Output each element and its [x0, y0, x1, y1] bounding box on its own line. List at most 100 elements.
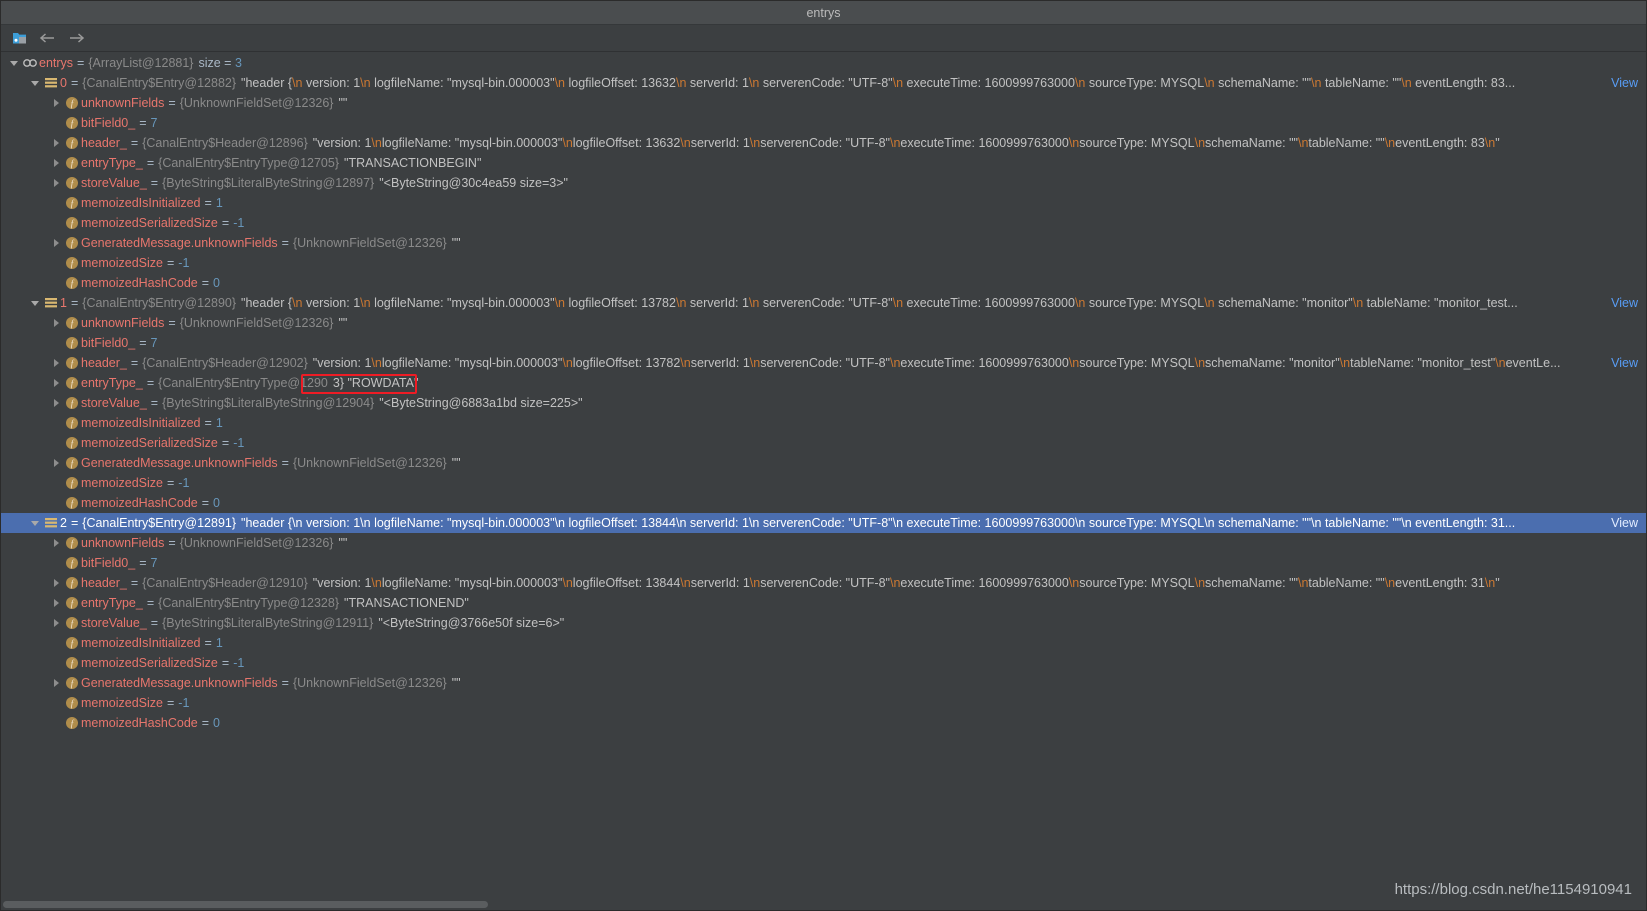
value-token: \n [889, 136, 901, 150]
chevron-right-icon[interactable] [49, 173, 63, 193]
tree-node-label: memoizedSize = -1 [81, 253, 189, 273]
node-type: {UnknownFieldSet@12326} [292, 236, 447, 250]
chevron-right-icon[interactable] [49, 453, 63, 473]
chevron-right-icon[interactable] [49, 233, 63, 253]
tree-row[interactable]: f memoizedSize = -1 [1, 693, 1646, 713]
chevron-right-icon[interactable] [49, 93, 63, 113]
value-token: logfileOffset: 13632 [565, 76, 676, 90]
scrollbar-thumb[interactable] [3, 901, 488, 908]
chevron-right-icon[interactable] [49, 593, 63, 613]
debugger-inspect-window: entrys entrys = {ArrayList@12881} size = 30… [0, 0, 1647, 911]
field-icon: f [63, 493, 81, 513]
tree-row[interactable]: f entryType_ = {CanalEntry$EntryType@12705}… [1, 153, 1646, 173]
tree-row[interactable]: f storeValue_ = {ByteString$LiteralByteStri… [1, 173, 1646, 193]
tree-row[interactable]: f memoizedSize = -1 [1, 473, 1646, 493]
tree-row[interactable]: f memoizedIsInitialized = 1 [1, 413, 1646, 433]
value-token: " [1495, 136, 1500, 150]
tree-row[interactable]: 1 = {CanalEntry$Entry@12890} "header {\n ve… [1, 293, 1646, 313]
node-value: "" [452, 233, 461, 253]
tree-row[interactable]: f memoizedIsInitialized = 1 [1, 193, 1646, 213]
chevron-right-icon[interactable] [49, 533, 63, 553]
value-token: serverId: 1 [690, 576, 750, 590]
tree-row[interactable]: f header_ = {CanalEntry$Header@12910} "versi… [1, 573, 1646, 593]
tree-row[interactable]: f header_ = {CanalEntry$Header@12896} "versi… [1, 133, 1646, 153]
node-value: "header {\n version: 1\n logfileName: "m… [241, 73, 1515, 93]
chevron-right-icon[interactable] [49, 373, 63, 393]
field-icon: f [63, 433, 81, 453]
chevron-right-icon[interactable] [49, 573, 63, 593]
node-equals: = [166, 256, 175, 270]
value-token: \n [1311, 76, 1322, 90]
node-value: -1 [233, 213, 244, 233]
tree-node-label: entryType_ = {CanalEntry$EntryType@1290 3} … [81, 373, 418, 393]
value-token: serverenCode: "UTF-8" [759, 516, 893, 530]
chevron-down-icon[interactable] [28, 73, 42, 93]
value-token: \n [554, 76, 565, 90]
tree-row[interactable]: f memoizedHashCode = 0 [1, 493, 1646, 513]
chevron-right-icon[interactable] [49, 353, 63, 373]
list-icon [42, 73, 60, 93]
tree-row[interactable]: f memoizedSerializedSize = -1 [1, 213, 1646, 233]
node-name: bitField0_ [81, 336, 136, 350]
tree-row[interactable]: f storeValue_ = {ByteString$LiteralByteStri… [1, 613, 1646, 633]
value-token: \n [1311, 516, 1322, 530]
tree-row[interactable]: entrys = {ArrayList@12881} size = 3 [1, 53, 1646, 73]
value-token: \n [680, 576, 691, 590]
view-link[interactable]: View [1611, 353, 1638, 373]
value-token: "" [338, 96, 348, 110]
value-token: \n [371, 136, 382, 150]
variables-tree[interactable]: entrys = {ArrayList@12881} size = 3 0 = {Canal… [1, 53, 1646, 910]
tree-row[interactable]: f unknownFields = {UnknownFieldSet@12326} "" [1, 533, 1646, 553]
value-token: \n [554, 516, 565, 530]
tree-row[interactable]: f GeneratedMessage.unknownFields = {Unknown… [1, 673, 1646, 693]
value-token: "TRANSACTIONEND" [344, 596, 469, 610]
node-equals: = [130, 576, 139, 590]
tree-row[interactable]: f bitField0_ = 7 [1, 113, 1646, 133]
tree-row[interactable]: f memoizedHashCode = 0 [1, 713, 1646, 733]
tree-row[interactable]: f storeValue_ = {ByteString$LiteralByteStri… [1, 393, 1646, 413]
value-token: 1 [215, 416, 223, 430]
view-link[interactable]: View [1611, 73, 1638, 93]
value-token: logfileName: "mysql-bin.000003" [370, 516, 555, 530]
node-type: {CanalEntry$Entry@12891} [82, 516, 237, 530]
chevron-right-icon[interactable] [49, 673, 63, 693]
tree-row[interactable]: f GeneratedMessage.unknownFields = {Unknown… [1, 453, 1646, 473]
chevron-right-icon[interactable] [49, 133, 63, 153]
tree-row[interactable]: f memoizedHashCode = 0 [1, 273, 1646, 293]
chevron-right-icon[interactable] [49, 153, 63, 173]
value-token: tableName: "" [1321, 76, 1402, 90]
chevron-down-icon[interactable] [7, 53, 21, 73]
chevron-right-icon[interactable] [49, 613, 63, 633]
chevron-down-icon[interactable] [28, 293, 42, 313]
view-link[interactable]: View [1611, 293, 1638, 313]
inspect-icon[interactable] [7, 27, 33, 49]
value-token: 1 [215, 196, 223, 210]
field-icon: f [63, 613, 81, 633]
view-link[interactable]: View [1611, 513, 1638, 533]
tree-row[interactable]: f bitField0_ = 7 [1, 553, 1646, 573]
value-token: eventLength: 31... [1411, 516, 1516, 530]
tree-row[interactable]: f entryType_ = {CanalEntry$EntryType@12328}… [1, 593, 1646, 613]
horizontal-scrollbar[interactable] [1, 898, 1646, 910]
chevron-down-icon[interactable] [28, 513, 42, 533]
forward-arrow-icon[interactable] [63, 27, 89, 49]
node-name: entryType_ [81, 596, 143, 610]
tree-row[interactable]: f unknownFields = {UnknownFieldSet@12326} "" [1, 313, 1646, 333]
tree-row[interactable]: 2 = {CanalEntry$Entry@12891} "header {\n ve… [1, 513, 1646, 533]
back-arrow-icon[interactable] [35, 27, 61, 49]
field-icon: f [63, 153, 81, 173]
tree-row[interactable]: f memoizedIsInitialized = 1 [1, 633, 1646, 653]
tree-row[interactable]: f GeneratedMessage.unknownFields = {Unknown… [1, 233, 1646, 253]
tree-row[interactable]: f unknownFields = {UnknownFieldSet@12326} "" [1, 93, 1646, 113]
node-type: {CanalEntry$Entry@12882} [82, 76, 237, 90]
tree-row[interactable]: f header_ = {CanalEntry$Header@12902} "versi… [1, 353, 1646, 373]
tree-row[interactable]: f entryType_ = {CanalEntry$EntryType@1290 3}… [1, 373, 1646, 393]
tree-row[interactable]: f memoizedSize = -1 [1, 253, 1646, 273]
value-token: logfileOffset: 13782 [565, 296, 676, 310]
tree-row[interactable]: f memoizedSerializedSize = -1 [1, 433, 1646, 453]
tree-row[interactable]: f bitField0_ = 7 [1, 333, 1646, 353]
tree-row[interactable]: 0 = {CanalEntry$Entry@12882} "header {\n ve… [1, 73, 1646, 93]
chevron-right-icon[interactable] [49, 313, 63, 333]
tree-row[interactable]: f memoizedSerializedSize = -1 [1, 653, 1646, 673]
chevron-right-icon[interactable] [49, 393, 63, 413]
